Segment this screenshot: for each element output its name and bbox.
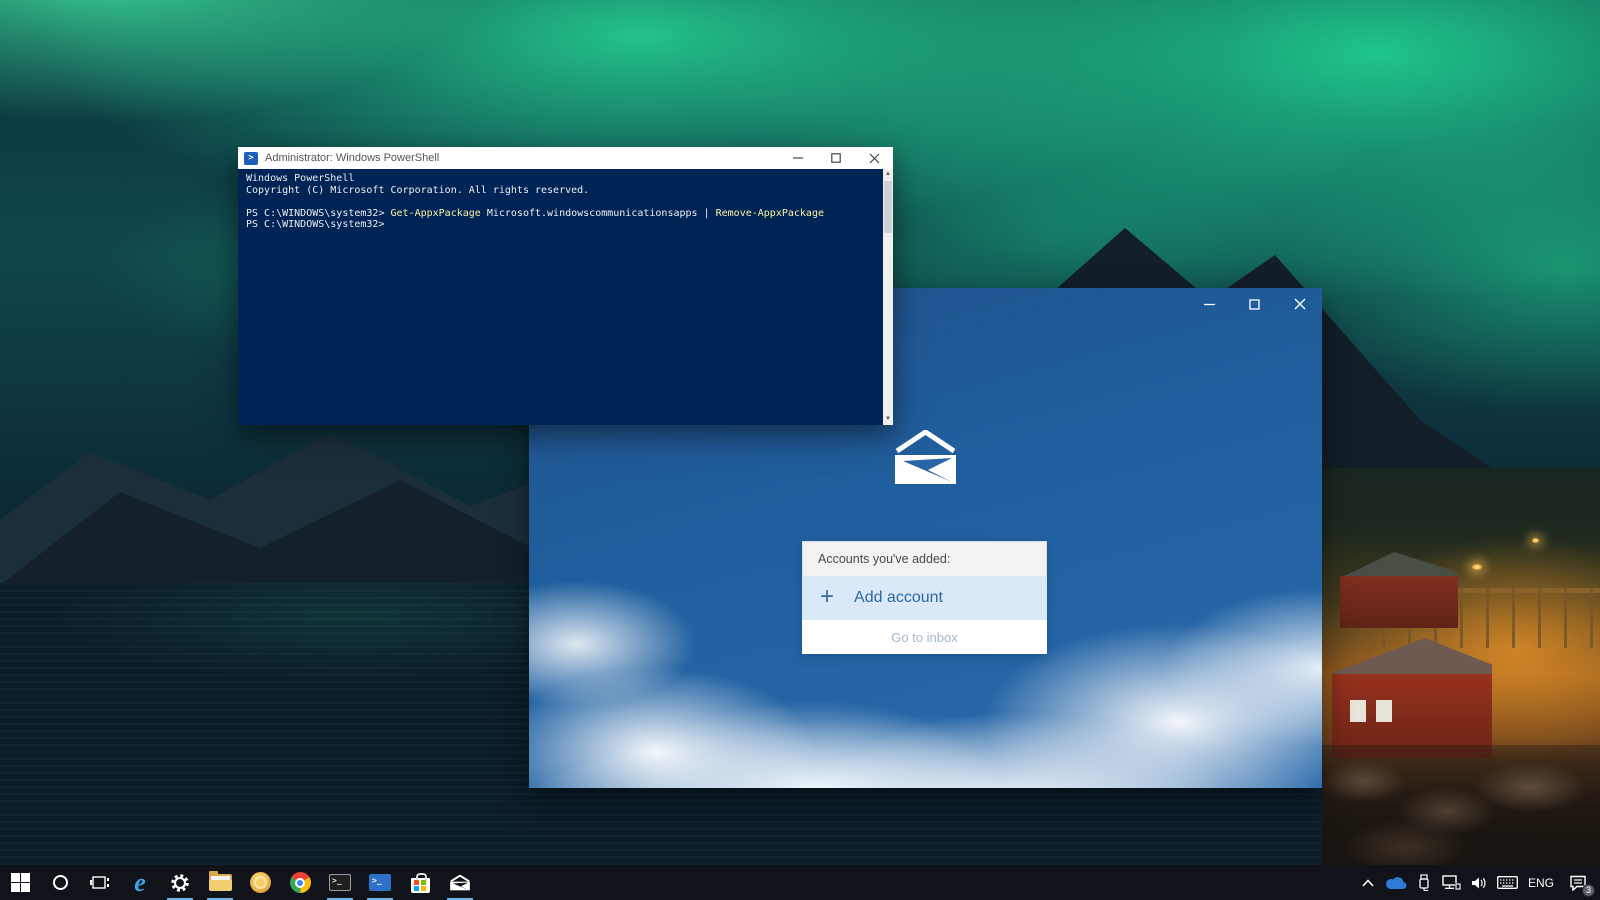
scrollbar-thumb[interactable] — [884, 181, 892, 233]
powershell-console[interactable]: Windows PowerShell Copyright (C) Microso… — [238, 169, 883, 425]
microsoft-store-icon — [411, 878, 430, 893]
keyboard-icon — [1497, 876, 1518, 889]
taskbar-file-explorer[interactable] — [200, 865, 240, 900]
go-to-inbox-button[interactable]: Go to inbox — [802, 620, 1047, 654]
windows-logo-icon — [11, 873, 30, 892]
shore-rocks — [1322, 745, 1600, 865]
file-explorer-icon — [209, 874, 232, 891]
powershell-taskbar-icon: >_ — [369, 874, 391, 891]
accounts-panel: Accounts you've added: + Add account Go … — [802, 541, 1047, 654]
powershell-close-button[interactable] — [855, 147, 893, 169]
add-account-label: Add account — [854, 589, 943, 607]
powershell-scrollbar[interactable]: ▲ ▼ — [883, 169, 893, 425]
tray-onedrive[interactable] — [1382, 865, 1410, 900]
taskbar-cortana[interactable] — [40, 865, 80, 900]
onedrive-cloud-icon — [1385, 876, 1407, 890]
tray-network[interactable] — [1438, 865, 1466, 900]
taskbar-gold-circle-app[interactable] — [240, 865, 280, 900]
chevron-up-icon — [1362, 879, 1374, 887]
command-get-appxpackage: Get-AppxPackage — [391, 208, 481, 219]
accounts-header: Accounts you've added: — [802, 541, 1047, 576]
powershell-icon: > — [244, 152, 258, 165]
tray-hidden-icons-chevron[interactable] — [1354, 865, 1382, 900]
taskbar-chrome[interactable] — [280, 865, 320, 900]
add-account-button[interactable]: + Add account — [802, 576, 1047, 620]
taskbar-edge[interactable]: e — [120, 865, 160, 900]
taskbar-start[interactable] — [0, 865, 40, 900]
tray-language[interactable]: ENG — [1522, 865, 1560, 900]
task-view-icon — [90, 875, 110, 891]
network-icon — [1442, 875, 1461, 890]
taskbar: e >_ — [0, 865, 1600, 900]
mail-minimize-button[interactable] — [1187, 288, 1232, 320]
accounts-header-label: Accounts you've added: — [818, 552, 950, 566]
console-line — [246, 196, 883, 208]
language-label: ENG — [1522, 876, 1560, 890]
usb-device-icon — [1418, 874, 1430, 891]
wallpaper-village — [1322, 468, 1600, 865]
taskbar-task-view[interactable] — [80, 865, 120, 900]
console-command-line: PS C:\WINDOWS\system32> Get-AppxPackage … — [246, 208, 883, 220]
console-line: Windows PowerShell — [246, 173, 883, 185]
powershell-minimize-button[interactable] — [779, 147, 817, 169]
village-light — [1532, 538, 1539, 543]
scroll-down-arrow-icon[interactable]: ▼ — [883, 414, 893, 425]
cortana-circle-icon — [53, 875, 68, 890]
powershell-maximize-button[interactable] — [817, 147, 855, 169]
red-cabin-foreground — [1332, 638, 1492, 758]
console-line: Copyright (C) Microsoft Corporation. All… — [246, 185, 883, 197]
notification-badge: 3 — [1582, 884, 1595, 897]
taskbar-settings[interactable] — [160, 865, 200, 900]
desktop: Accounts you've added: + Add account Go … — [0, 0, 1600, 900]
mail-icon — [449, 875, 471, 891]
gold-circle-icon — [250, 872, 271, 893]
tray-volume[interactable] — [1466, 865, 1494, 900]
console-prompt: PS C:\WINDOWS\system32> — [246, 219, 883, 231]
settings-gear-icon — [170, 873, 190, 893]
taskbar-command-prompt[interactable]: >_ — [320, 865, 360, 900]
taskbar-mail[interactable] — [440, 865, 480, 900]
powershell-titlebar[interactable]: > Administrator: Windows PowerShell — [238, 147, 893, 169]
command-prompt-icon: >_ — [329, 874, 351, 891]
chrome-icon — [290, 872, 311, 893]
go-to-inbox-label: Go to inbox — [891, 630, 958, 645]
powershell-window: > Administrator: Windows PowerShell Wind… — [238, 147, 893, 425]
mail-maximize-button[interactable] — [1232, 288, 1277, 320]
tray-action-center[interactable]: 3 — [1560, 865, 1596, 900]
speaker-icon — [1471, 876, 1488, 890]
mail-close-button[interactable] — [1277, 288, 1322, 320]
taskbar-powershell[interactable]: >_ — [360, 865, 400, 900]
mail-envelope-logo — [893, 430, 958, 484]
taskbar-store[interactable] — [400, 865, 440, 900]
edge-icon: e — [134, 870, 146, 896]
powershell-window-title: Administrator: Windows PowerShell — [265, 152, 439, 164]
tray-usb[interactable] — [1410, 865, 1438, 900]
village-light — [1472, 564, 1482, 570]
command-remove-appxpackage: Remove-AppxPackage — [716, 208, 824, 219]
tray-touch-keyboard[interactable] — [1494, 865, 1522, 900]
plus-icon: + — [820, 585, 834, 609]
mail-window-controls — [1187, 288, 1322, 320]
red-cabin-upper — [1340, 552, 1458, 628]
scroll-up-arrow-icon[interactable]: ▲ — [883, 169, 893, 180]
